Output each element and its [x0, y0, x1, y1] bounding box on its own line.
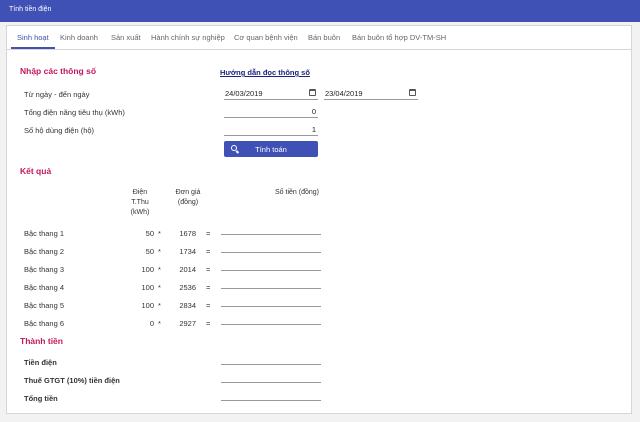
equals-sign: =	[206, 229, 211, 238]
equals-sign: =	[206, 265, 211, 274]
total-value	[221, 400, 321, 401]
tier-price: 2014	[179, 265, 196, 274]
equals-sign: =	[206, 301, 211, 310]
tier-price: 1734	[179, 247, 196, 256]
tab-ban-buon-to-hop[interactable]: Bán buôn tổ hợp DV-TM-SH	[352, 33, 446, 42]
calculate-button-label: Tính toán	[255, 145, 287, 154]
multiply-sign: *	[158, 247, 161, 256]
tab-san-xuat[interactable]: Sản xuất	[111, 33, 141, 42]
window-titlebar: Tính tiền điện	[0, 0, 640, 22]
amount-column-header: Số tiền (đồng)	[275, 189, 319, 196]
tab-hanh-chinh-su-nghiep[interactable]: Hành chính sự nghiệp	[151, 33, 225, 42]
multiply-sign: *	[158, 319, 161, 328]
tier-amount	[221, 288, 321, 289]
calendar-icon[interactable]	[409, 89, 416, 96]
tier-kwh: 100	[141, 301, 154, 310]
tier-kwh: 0	[149, 319, 154, 328]
total-section-title: Thành tiền	[20, 336, 63, 346]
tier-price: 2536	[179, 283, 196, 292]
tier-kwh: 50	[145, 229, 154, 238]
kwh-column-header: Điện T.Thu (kWh)	[130, 189, 150, 216]
tier-label: Bậc thang 6	[24, 319, 65, 328]
tier-amount	[221, 306, 321, 307]
guide-link[interactable]: Hướng dẫn đọc thông số	[220, 68, 310, 77]
tier-amount	[221, 252, 321, 253]
tier-amount	[221, 234, 321, 235]
from-date-value: 24/03/2019	[225, 89, 263, 98]
multiply-sign: *	[158, 283, 161, 292]
tier-kwh: 50	[145, 247, 154, 256]
from-date-field[interactable]: 24/03/2019	[224, 89, 318, 100]
tier-price: 1678	[179, 229, 196, 238]
tier-label: Bậc thang 1	[24, 229, 65, 238]
price-column-header: Đơn giá (đồng)	[175, 189, 201, 206]
calculator-panel: Sinh hoạt Kinh doanh Sản xuất Hành chính…	[6, 25, 632, 414]
tab-kinh-doanh[interactable]: Kinh doanh	[60, 33, 98, 42]
tier-price: 2834	[179, 301, 196, 310]
vat-label: Thuế GTGT (10%) tiền điện	[24, 376, 120, 385]
kwh-input[interactable]: 0	[224, 107, 318, 118]
date-range-label: Từ ngày - đến ngày	[24, 90, 90, 99]
tab-co-quan-benh-vien[interactable]: Cơ quan bệnh viện	[234, 33, 298, 42]
households-input[interactable]: 1	[224, 125, 318, 136]
equals-sign: =	[206, 247, 211, 256]
to-date-value: 23/04/2019	[325, 89, 363, 98]
total-label: Tổng tiền	[24, 394, 58, 403]
multiply-sign: *	[158, 265, 161, 274]
input-section-title: Nhập các thông số	[20, 66, 97, 76]
tier-price: 2927	[179, 319, 196, 328]
electricity-cost-value	[221, 364, 321, 365]
tier-label: Bậc thang 4	[24, 283, 65, 292]
calculate-button[interactable]: Tính toán	[224, 141, 318, 157]
tier-kwh: 100	[141, 265, 154, 274]
active-tab-indicator	[11, 47, 55, 49]
tier-kwh: 100	[141, 283, 154, 292]
tab-sinh-hoat[interactable]: Sinh hoạt	[17, 33, 49, 42]
kwh-label: Tổng điện năng tiêu thụ (kWh)	[24, 108, 125, 117]
tier-label: Bậc thang 3	[24, 265, 65, 274]
households-label: Số hộ dùng điện (hộ)	[24, 126, 95, 135]
tier-amount	[221, 270, 321, 271]
tab-bar: Sinh hoạt Kinh doanh Sản xuất Hành chính…	[7, 26, 631, 50]
vat-value	[221, 382, 321, 383]
electricity-cost-label: Tiền điện	[24, 358, 57, 367]
to-date-field[interactable]: 23/04/2019	[324, 89, 418, 100]
tier-label: Bậc thang 5	[24, 301, 65, 310]
tier-amount	[221, 324, 321, 325]
equals-sign: =	[206, 283, 211, 292]
tab-ban-buon[interactable]: Bán buôn	[308, 33, 340, 42]
tier-label: Bậc thang 2	[24, 247, 65, 256]
equals-sign: =	[206, 319, 211, 328]
multiply-sign: *	[158, 229, 161, 238]
window-title: Tính tiền điện	[9, 6, 52, 13]
result-section-title: Kết quả	[20, 166, 52, 176]
calendar-icon[interactable]	[309, 89, 316, 96]
multiply-sign: *	[158, 301, 161, 310]
